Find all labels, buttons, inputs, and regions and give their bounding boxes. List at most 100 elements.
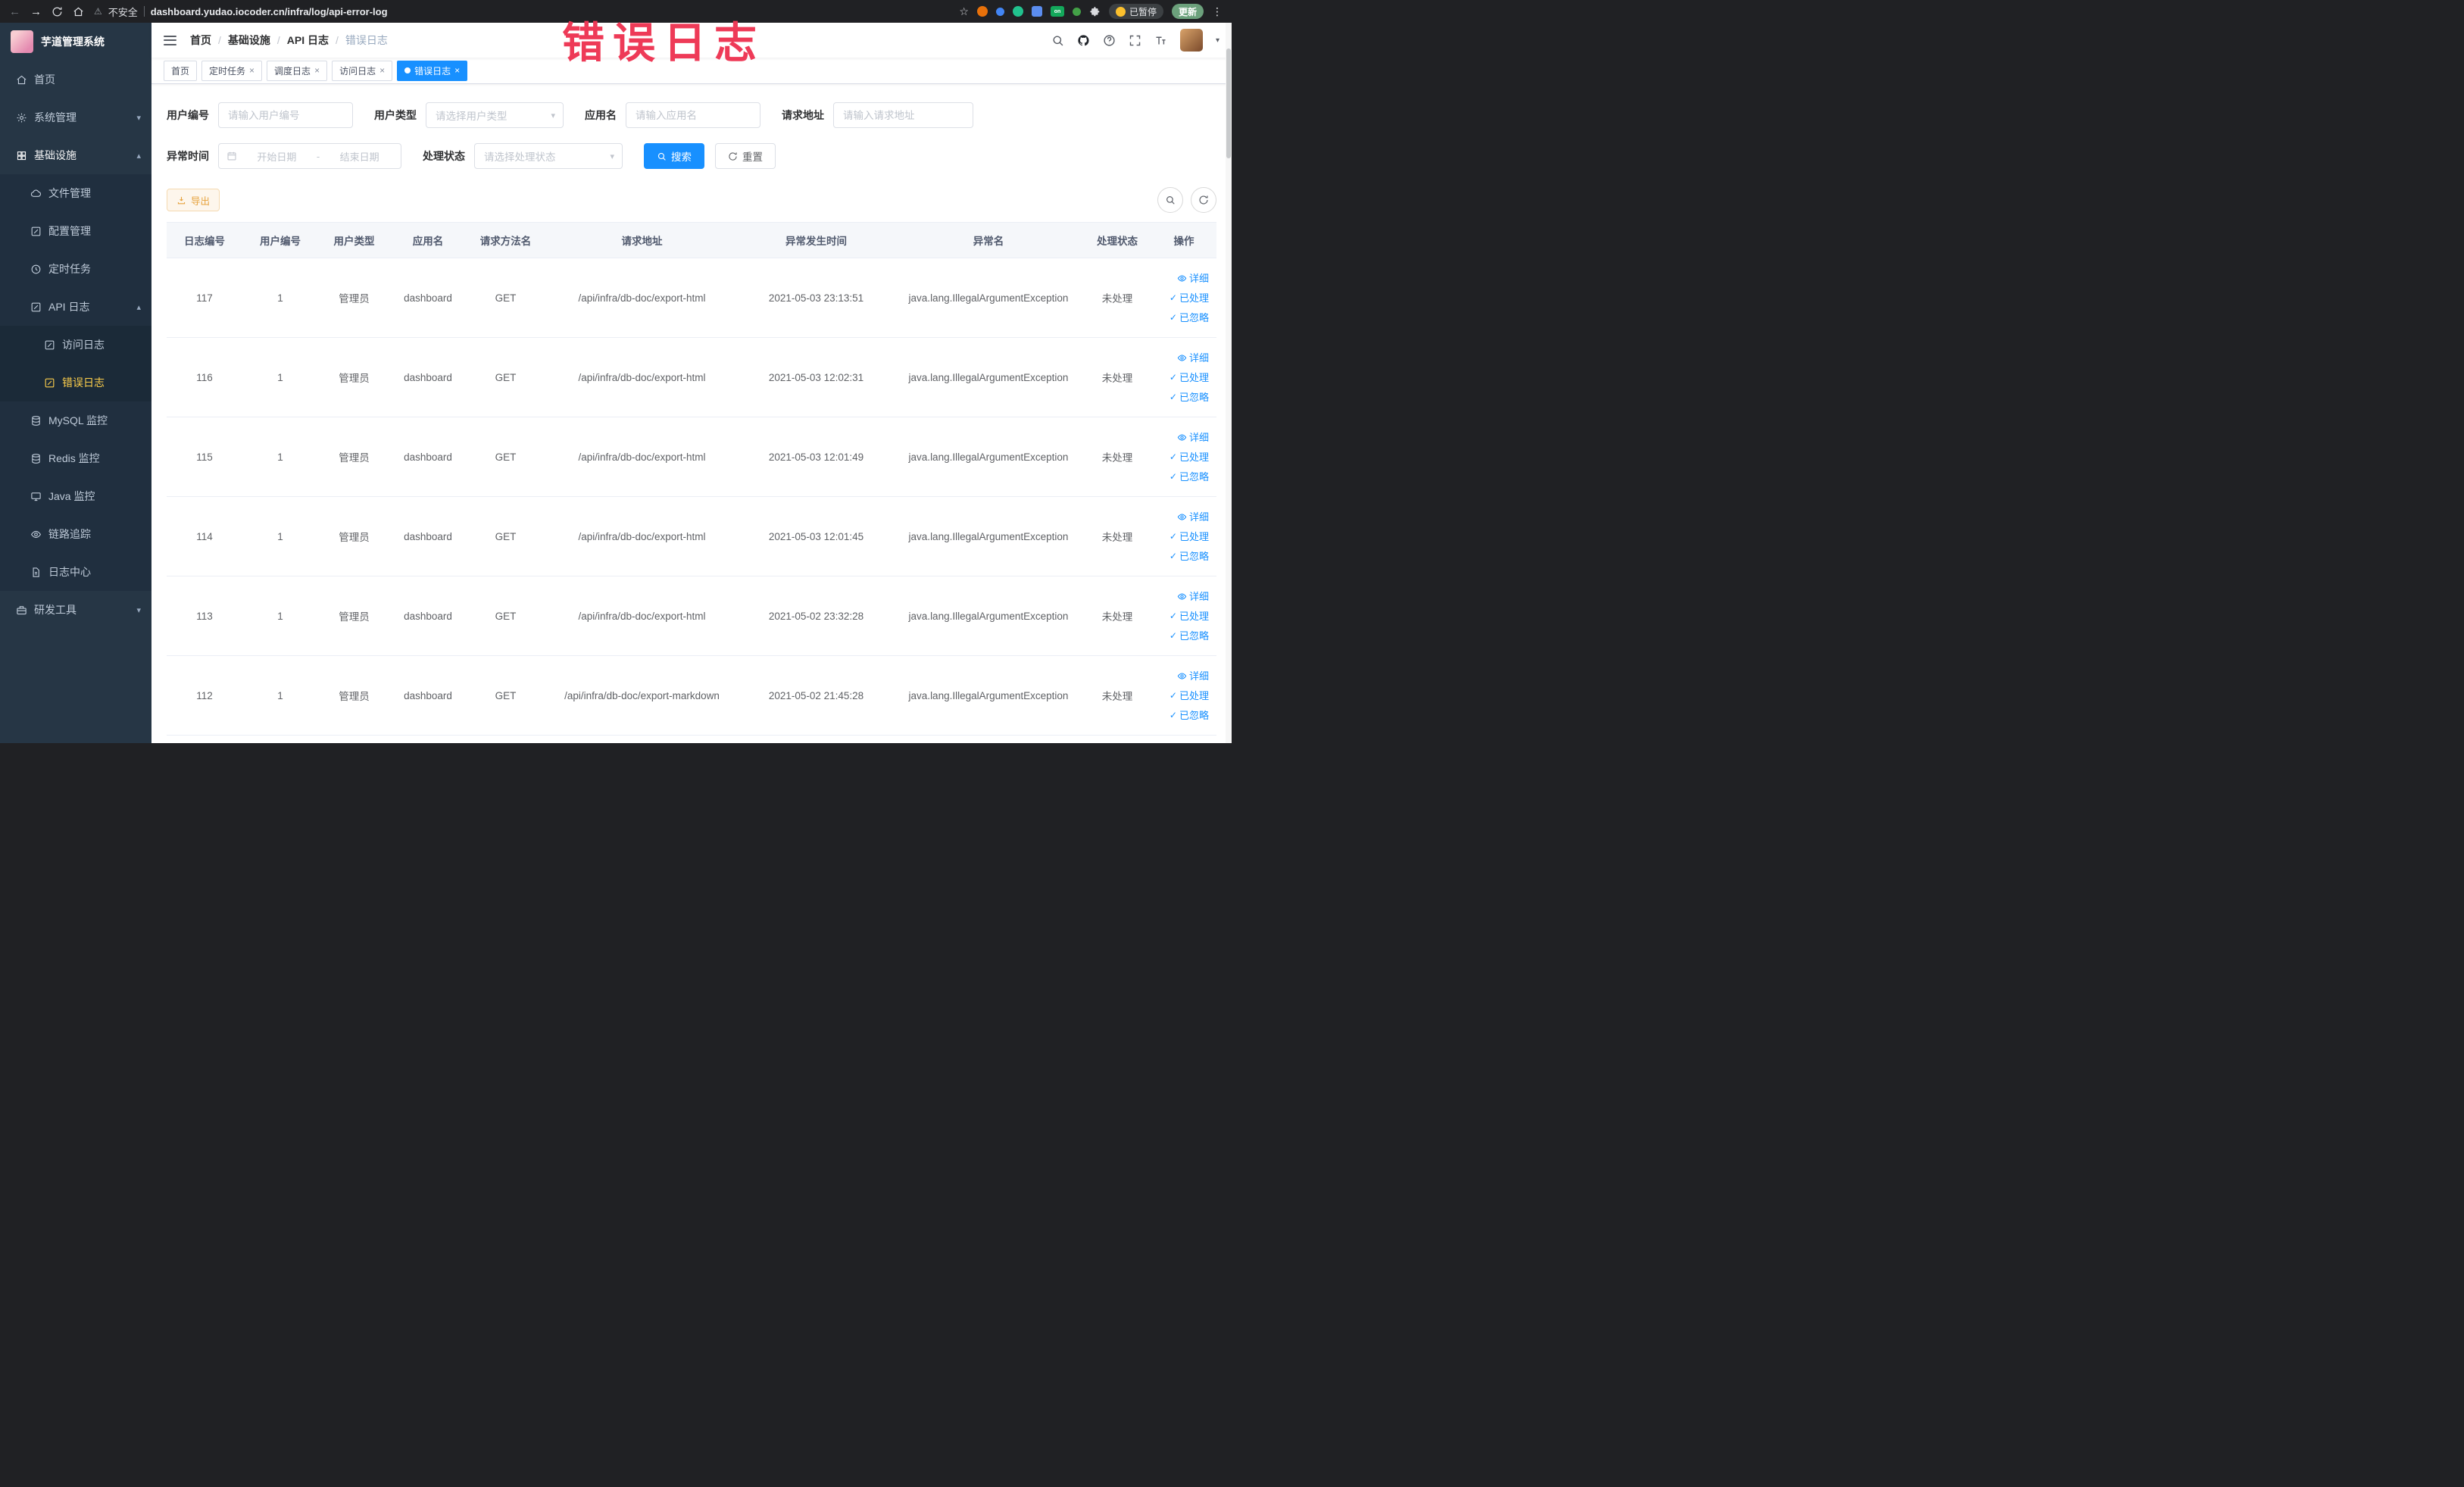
user-id-input[interactable] (218, 102, 353, 128)
toolbar-right (1157, 187, 1216, 213)
sidebar-item-access-log[interactable]: 访问日志 (0, 326, 151, 364)
filter-label: 应用名 (585, 109, 617, 121)
detail-label: 详细 (1188, 351, 1209, 364)
mark-processed-link[interactable]: ✓ 已处理 (1170, 527, 1209, 546)
cell-app-name: dashboard (390, 258, 466, 338)
sidebar-item-system-management[interactable]: 系统管理 ▾ (0, 98, 151, 136)
close-icon[interactable]: × (454, 66, 460, 75)
col-request-url: 请求地址 (545, 222, 739, 258)
back-icon[interactable]: ← (9, 6, 20, 17)
processed-label: 已处理 (1179, 292, 1209, 304)
col-log-id: 日志编号 (167, 222, 242, 258)
tab-dispatch-log[interactable]: 调度日志 × (267, 60, 328, 81)
close-icon[interactable]: × (314, 66, 320, 75)
sidebar-item-redis-monitor[interactable]: Redis 监控 (0, 439, 151, 477)
sidebar-item-dev-tools[interactable]: 研发工具 ▾ (0, 591, 151, 629)
sidebar-item-label: 链路追踪 (48, 528, 91, 540)
browser-menu-icon[interactable]: ⋮ (1212, 5, 1223, 18)
breadcrumb-api-logs[interactable]: API 日志 (287, 33, 329, 48)
breadcrumb-infrastructure[interactable]: 基础设施 (228, 33, 270, 48)
tab-scheduled-tasks[interactable]: 定时任务 × (201, 60, 263, 81)
toggle-search-button[interactable] (1157, 187, 1183, 213)
sidebar-item-infrastructure[interactable]: 基础设施 ▴ (0, 136, 151, 174)
col-actions: 操作 (1151, 222, 1216, 258)
browser-home-icon[interactable] (73, 6, 84, 17)
mark-ignored-link[interactable]: ✓ 已忽略 (1170, 706, 1209, 725)
detail-link[interactable]: 详细 (1177, 348, 1209, 367)
user-type-select[interactable]: 请选择用户类型 ▾ (426, 102, 564, 128)
detail-link[interactable]: 详细 (1177, 508, 1209, 526)
ignored-label: 已忽略 (1179, 629, 1209, 642)
update-button[interactable]: 更新 (1171, 4, 1204, 19)
cell-log-id: 113 (167, 576, 242, 656)
sidebar-item-log-center[interactable]: 日志中心 (0, 553, 151, 591)
close-icon[interactable]: × (379, 66, 385, 75)
mark-processed-link[interactable]: ✓ 已处理 (1170, 686, 1209, 705)
eye-icon (1177, 433, 1187, 442)
forward-icon[interactable]: → (30, 6, 42, 17)
scrollbar[interactable] (1226, 23, 1232, 743)
sidebar-item-tracing[interactable]: 链路追踪 (0, 515, 151, 553)
date-range-separator: - (316, 150, 320, 162)
mark-ignored-link[interactable]: ✓ 已忽略 (1170, 388, 1209, 407)
font-size-icon[interactable] (1154, 34, 1167, 47)
sidebar-item-error-log[interactable]: 错误日志 (0, 364, 151, 401)
mark-processed-link[interactable]: ✓ 已处理 (1170, 368, 1209, 387)
avatar[interactable] (1179, 29, 1203, 52)
cell-user-type: 管理员 (318, 337, 390, 417)
tab-error-log[interactable]: 错误日志 × (397, 60, 468, 81)
extension-on-badge[interactable]: on (1050, 6, 1064, 17)
avatar-caret-icon[interactable]: ▾ (1216, 36, 1220, 45)
app-logo[interactable]: 芋道管理系统 (0, 23, 151, 61)
mark-processed-link[interactable]: ✓ 已处理 (1170, 448, 1209, 467)
paused-badge[interactable]: 已暂停 (1108, 4, 1163, 19)
sidebar-item-mysql-monitor[interactable]: MySQL 监控 (0, 401, 151, 439)
github-icon[interactable] (1077, 34, 1090, 47)
hamburger-icon[interactable] (164, 35, 176, 45)
extension-icon[interactable] (976, 6, 988, 17)
tab-home[interactable]: 首页 (164, 60, 198, 81)
ignored-label: 已忽略 (1179, 311, 1209, 323)
mark-processed-link[interactable]: ✓ 已处理 (1170, 607, 1209, 626)
address-bar[interactable]: ⚠ 不安全 dashboard.yudao.iocoder.cn/infra/l… (94, 5, 949, 19)
reload-icon[interactable] (52, 6, 63, 17)
sidebar-item-config-management[interactable]: 配置管理 (0, 212, 151, 250)
fullscreen-icon[interactable] (1129, 34, 1141, 47)
sidebar-item-home[interactable]: 首页 (0, 61, 151, 98)
sidebar-item-file-management[interactable]: 文件管理 (0, 174, 151, 212)
date-range-picker[interactable]: 开始日期 - 结束日期 (218, 143, 401, 169)
extension-icon[interactable] (995, 7, 1004, 16)
search-button[interactable]: 搜索 (644, 143, 704, 169)
export-button[interactable]: 导出 (167, 189, 220, 211)
search-icon[interactable] (1051, 34, 1064, 47)
detail-link[interactable]: 详细 (1177, 428, 1209, 447)
breadcrumb-home[interactable]: 首页 (190, 33, 211, 48)
mark-ignored-link[interactable]: ✓ 已忽略 (1170, 547, 1209, 566)
help-icon[interactable] (1103, 34, 1116, 47)
mark-ignored-link[interactable]: ✓ 已忽略 (1170, 467, 1209, 486)
extension-icon[interactable] (1012, 6, 1023, 17)
process-status-select[interactable]: 请选择处理状态 ▾ (474, 143, 623, 169)
detail-link[interactable]: 详细 (1177, 269, 1209, 288)
request-url-input[interactable] (833, 102, 973, 128)
mark-ignored-link[interactable]: ✓ 已忽略 (1170, 308, 1209, 327)
sidebar-item-scheduled-tasks[interactable]: 定时任务 (0, 250, 151, 288)
monitor-icon (30, 491, 42, 502)
close-icon[interactable]: × (249, 66, 255, 75)
bookmark-star-icon[interactable]: ☆ (959, 5, 969, 18)
mark-ignored-link[interactable]: ✓ 已忽略 (1170, 626, 1209, 645)
refresh-button[interactable] (1191, 187, 1216, 213)
extension-icon[interactable] (1072, 7, 1081, 16)
extensions-puzzle-icon[interactable] (1089, 6, 1101, 17)
sidebar-item-java-monitor[interactable]: Java 监控 (0, 477, 151, 515)
sidebar-item-api-logs[interactable]: API 日志 ▴ (0, 288, 151, 326)
extension-icon[interactable] (1031, 6, 1042, 17)
tab-access-log[interactable]: 访问日志 × (332, 60, 393, 81)
mark-processed-link[interactable]: ✓ 已处理 (1170, 289, 1209, 308)
app-name-input[interactable] (626, 102, 760, 128)
reset-button[interactable]: 重置 (715, 143, 776, 169)
ignored-label: 已忽略 (1179, 470, 1209, 483)
detail-link[interactable]: 详细 (1177, 587, 1209, 606)
scrollbar-thumb[interactable] (1226, 48, 1231, 158)
detail-link[interactable]: 详细 (1177, 667, 1209, 686)
